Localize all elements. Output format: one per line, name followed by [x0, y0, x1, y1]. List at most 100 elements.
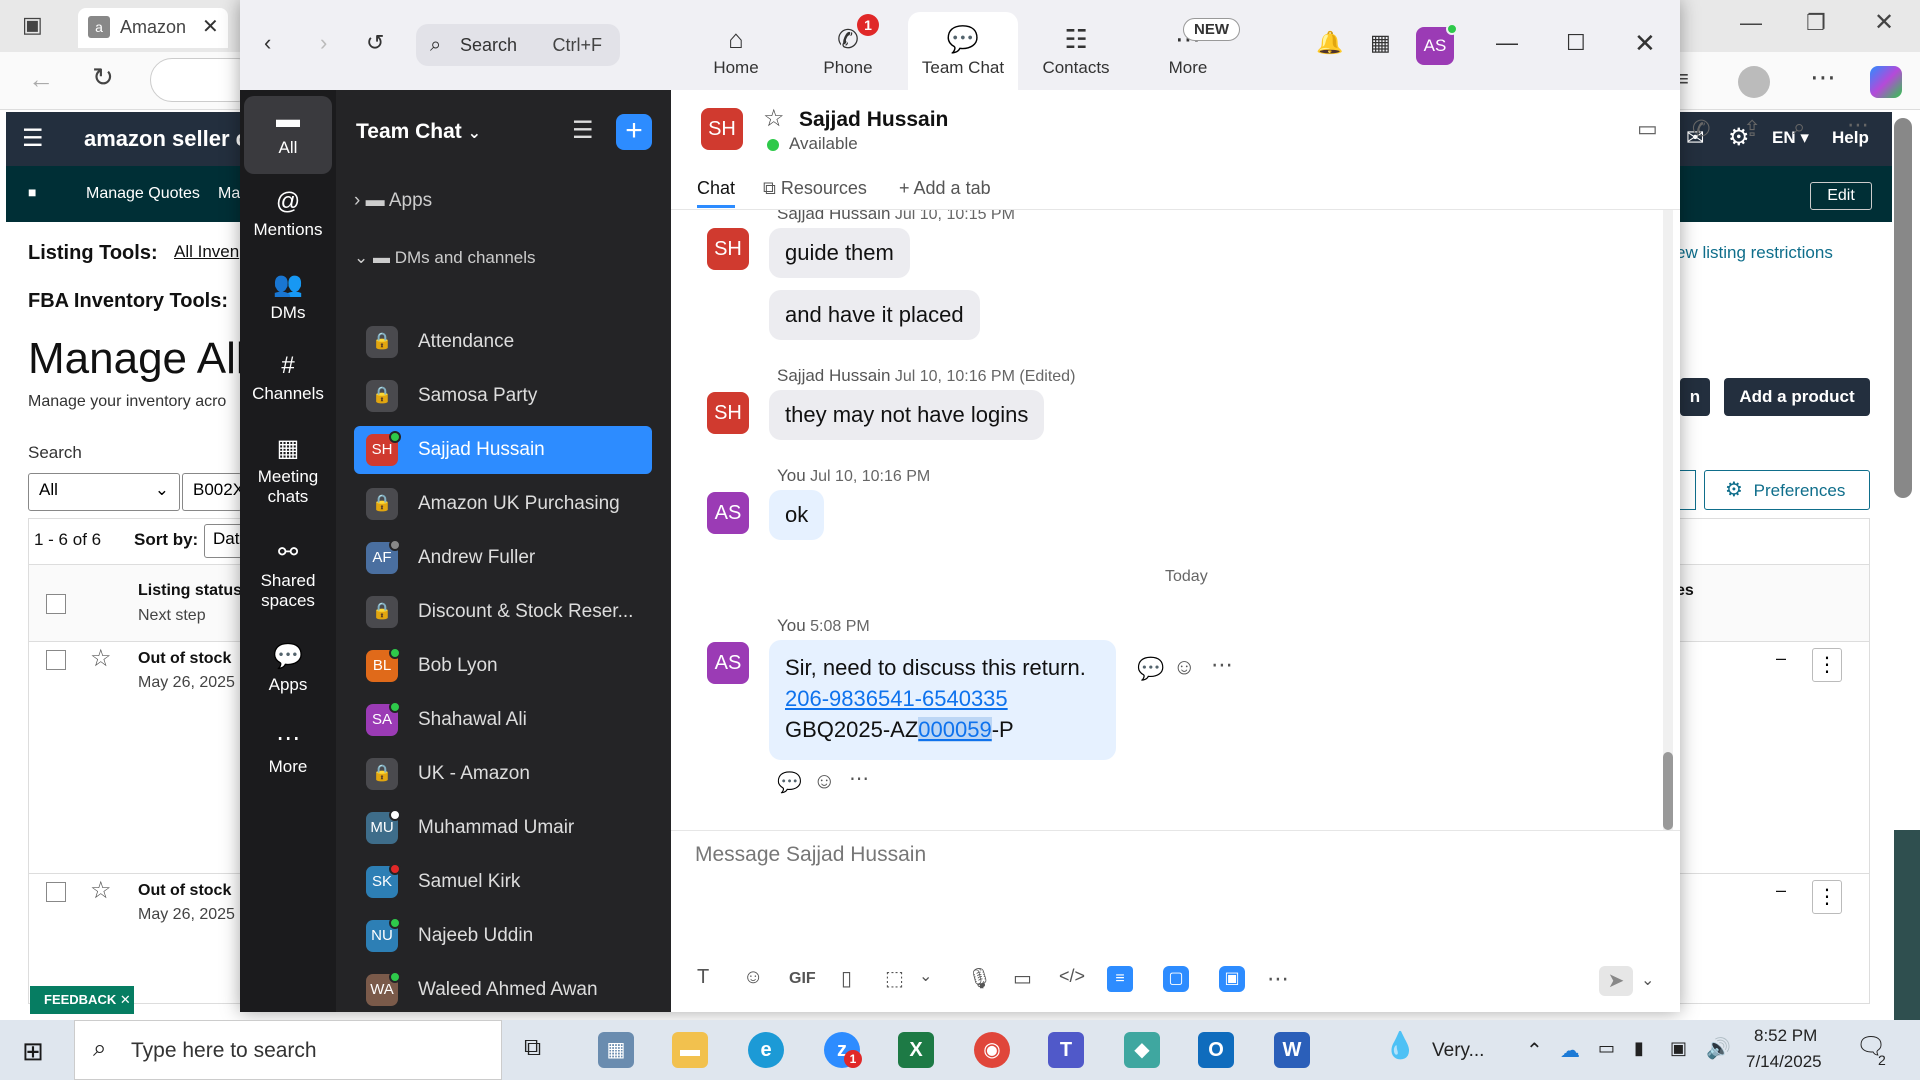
- maximize-icon[interactable]: ☐: [1566, 30, 1586, 56]
- search-filter-select[interactable]: All ⌄: [28, 473, 180, 511]
- tab-home[interactable]: ⌂ Home: [681, 12, 791, 90]
- partial-button[interactable]: n: [1680, 378, 1710, 416]
- clock-time[interactable]: 8:52 PM: [1754, 1026, 1817, 1046]
- star-icon[interactable]: ☆: [763, 104, 785, 133]
- emoji-icon[interactable]: ☺: [813, 768, 835, 794]
- channel-item[interactable]: AF Andrew Fuller: [354, 534, 652, 582]
- nav-item-partial[interactable]: Ma: [218, 185, 240, 203]
- reply-icon[interactable]: 💬: [1137, 656, 1164, 682]
- copilot-icon[interactable]: [1870, 66, 1902, 98]
- emoji-icon[interactable]: ☺: [1173, 654, 1195, 680]
- microphone-icon[interactable]: 🎙: [967, 966, 992, 991]
- task-view-icon[interactable]: ⧉: [524, 1034, 541, 1062]
- order-link[interactable]: 206-9836541-6540335: [785, 683, 1100, 714]
- hamburger-icon[interactable]: ☰: [22, 124, 44, 153]
- channel-item[interactable]: SA Shahawal Ali: [354, 696, 652, 744]
- rail-mentions[interactable]: @ Mentions: [244, 188, 332, 240]
- close-tab-icon[interactable]: ✕: [202, 14, 219, 39]
- profile-icon[interactable]: [1738, 66, 1770, 98]
- video-message-icon[interactable]: ▭: [1013, 966, 1032, 991]
- rail-dms[interactable]: 👥 DMs: [244, 270, 332, 323]
- tab-team-chat[interactable]: 💬 Team Chat: [908, 12, 1018, 90]
- bookmark-icon[interactable]: ■: [28, 184, 36, 200]
- calendar-icon[interactable]: ▦: [1370, 30, 1391, 56]
- system-tray-icon[interactable]: ▭: [1598, 1038, 1615, 1059]
- zoom-taskbar-icon[interactable]: z1: [824, 1032, 862, 1068]
- bell-icon[interactable]: 🔔: [1316, 30, 1343, 56]
- phone-icon[interactable]: ✆: [1692, 116, 1710, 142]
- video-icon[interactable]: ▭: [1637, 116, 1658, 142]
- avatar[interactable]: AS: [707, 642, 749, 684]
- chrome-icon[interactable]: ◉: [974, 1032, 1010, 1068]
- feedback-button[interactable]: FEEDBACK ✕: [30, 986, 134, 1014]
- channel-item[interactable]: 🔒 Amazon UK Purchasing: [354, 480, 652, 528]
- row-checkbox[interactable]: [46, 882, 66, 902]
- back-icon[interactable]: ‹: [264, 30, 271, 56]
- filter-icon[interactable]: ☰: [572, 116, 594, 145]
- screenshot-icon[interactable]: ⬚: [885, 966, 904, 991]
- channel-item[interactable]: 🔒 UK - Amazon: [354, 750, 652, 798]
- dms-channels-section[interactable]: ⌄ ▬ DMs and channels: [354, 248, 536, 268]
- contact-name[interactable]: Sajjad Hussain: [799, 108, 948, 132]
- weather-icon[interactable]: 💧: [1384, 1030, 1416, 1061]
- tab-chat[interactable]: Chat: [697, 178, 736, 208]
- notes-app-icon[interactable]: ▣: [1219, 966, 1245, 992]
- channel-item[interactable]: WA Waleed Ahmed Awan: [354, 966, 652, 1012]
- avatar[interactable]: SH: [707, 392, 749, 434]
- zoom-search-box[interactable]: ⌕ Search Ctrl+F: [416, 24, 620, 66]
- outlook-icon[interactable]: O: [1198, 1032, 1234, 1068]
- teams-icon[interactable]: T: [1048, 1032, 1084, 1068]
- search-icon[interactable]: ⌕: [1793, 114, 1805, 140]
- edit-button[interactable]: Edit: [1810, 182, 1872, 210]
- tab-more[interactable]: ⋯MoreNEW: [1133, 12, 1243, 90]
- nav-manage-quotes[interactable]: Manage Quotes: [86, 185, 200, 203]
- preferences-button[interactable]: ⚙ Preferences: [1704, 470, 1870, 510]
- file-explorer-icon[interactable]: ▬: [672, 1032, 708, 1068]
- app-icon[interactable]: ◆: [1124, 1032, 1160, 1068]
- reply-icon[interactable]: 💬: [777, 770, 802, 795]
- message-bubble[interactable]: Sir, need to discuss this return. 206-98…: [769, 640, 1116, 760]
- chevron-down-icon[interactable]: ⌄: [919, 966, 932, 986]
- avatar[interactable]: AS: [1416, 23, 1458, 65]
- rail-all[interactable]: ▬ All: [244, 96, 332, 174]
- edge-icon[interactable]: e: [748, 1032, 784, 1068]
- channel-item[interactable]: 🔒 Samosa Party: [354, 372, 652, 420]
- onedrive-icon[interactable]: ☁: [1560, 1038, 1580, 1063]
- new-chat-button[interactable]: +: [616, 114, 652, 150]
- reload-icon[interactable]: ↻: [92, 62, 114, 93]
- menu-dots-icon[interactable]: ⋯: [1810, 62, 1836, 93]
- browser-tab-amazon[interactable]: a Amazon ✕: [78, 8, 228, 48]
- close-icon[interactable]: ✕: [120, 992, 131, 1007]
- volume-icon[interactable]: 🔊: [1706, 1036, 1731, 1061]
- message-bubble[interactable]: ok: [769, 490, 825, 540]
- channel-item[interactable]: SK Samuel Kirk: [354, 858, 652, 906]
- close-window-icon[interactable]: ✕: [1874, 8, 1894, 37]
- search-input[interactable]: B002X: [182, 473, 244, 511]
- select-all-checkbox[interactable]: [46, 594, 66, 614]
- rail-shared-spaces[interactable]: ⚯ Shared spaces: [244, 538, 332, 611]
- minimize-icon[interactable]: —: [1496, 30, 1518, 56]
- gif-icon[interactable]: GIF: [789, 970, 816, 988]
- channel-item[interactable]: MU Muhammad Umair: [354, 804, 652, 852]
- row-menu-icon[interactable]: ⋮: [1812, 648, 1842, 682]
- forward-icon[interactable]: ›: [320, 30, 327, 56]
- word-icon[interactable]: W: [1274, 1032, 1310, 1068]
- contact-avatar[interactable]: SH: [701, 108, 743, 150]
- minimize-icon[interactable]: —: [1740, 10, 1762, 36]
- avatar[interactable]: SH: [707, 228, 749, 270]
- battery-icon[interactable]: ▮: [1634, 1038, 1644, 1059]
- windows-start-icon[interactable]: ⊞: [22, 1036, 44, 1067]
- tab-actions-icon[interactable]: ▣: [22, 12, 43, 38]
- channel-item[interactable]: 🔒 Discount & Stock Reser...: [354, 588, 652, 636]
- docs-app-icon[interactable]: ≡: [1107, 966, 1133, 992]
- text-format-icon[interactable]: T: [697, 966, 709, 989]
- apps-section[interactable]: › ▬ Apps: [354, 190, 432, 212]
- channel-item[interactable]: BL Bob Lyon: [354, 642, 652, 690]
- chat-scrollbar-thumb[interactable]: [1663, 752, 1673, 830]
- tab-phone[interactable]: ✆ Phone 1: [793, 12, 903, 90]
- add-tab[interactable]: + Add a tab: [899, 178, 991, 199]
- more-icon[interactable]: ⋯: [1211, 652, 1233, 678]
- row-menu-icon[interactable]: ⋮: [1812, 880, 1842, 914]
- close-icon[interactable]: ✕: [1634, 28, 1656, 59]
- clock-date[interactable]: 7/14/2025: [1746, 1052, 1822, 1072]
